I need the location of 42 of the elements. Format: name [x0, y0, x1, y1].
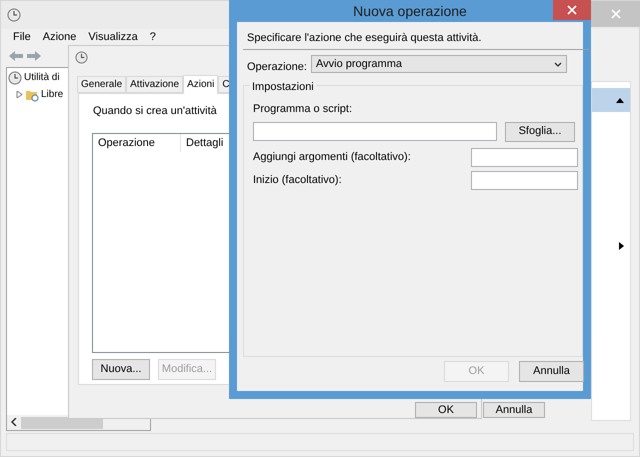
button[interactable]: Annulla: [519, 361, 584, 382]
tab[interactable]: Generale: [77, 76, 126, 93]
field-label: Inizio (facoltativo):: [253, 172, 342, 188]
tree-item[interactable]: Libre: [41, 87, 64, 102]
clock-icon: [7, 8, 21, 22]
operation-dropdown[interactable]: Avvio programma: [311, 55, 567, 73]
back-arrow-icon[interactable]: [9, 51, 23, 61]
browse-button[interactable]: Sfoglia...: [505, 122, 575, 142]
menu-item[interactable]: ?: [150, 28, 156, 46]
close-button[interactable]: [553, 0, 591, 20]
tab[interactable]: Attivazione: [126, 76, 184, 93]
close-icon: [611, 9, 621, 19]
input-field[interactable]: [253, 122, 497, 140]
button[interactable]: Annulla: [483, 402, 545, 418]
menu-item[interactable]: Azione: [42, 28, 76, 46]
forward-arrow-icon[interactable]: [27, 51, 41, 61]
intro-text: Quando si crea un'attività: [93, 104, 217, 119]
field-label: Aggiungi argomenti (facoltativo):: [253, 150, 411, 165]
button: Modifica...: [158, 359, 216, 380]
clock-icon: [75, 50, 88, 64]
input-field[interactable]: [471, 148, 578, 166]
column-header[interactable]: Operazione: [93, 134, 181, 152]
button[interactable]: Nuova...: [92, 359, 150, 380]
clock-icon: [8, 70, 22, 84]
group-title: Impostazioni: [250, 79, 316, 96]
instruction-text: Specificare l'azione che eseguirà questa attività.: [247, 31, 482, 46]
caret-icon: [554, 62, 562, 66]
submenu-arrow-icon[interactable]: [619, 242, 624, 250]
field-label: Programma o script:: [253, 102, 354, 117]
expand-arrow-icon[interactable]: [16, 91, 23, 98]
button[interactable]: OK: [415, 402, 477, 418]
menu-item[interactable]: Visualizza: [88, 28, 138, 46]
menu-item[interactable]: File: [13, 28, 31, 46]
collapse-arrow-icon[interactable]: [616, 98, 624, 102]
tab[interactable]: Azioni: [183, 75, 218, 94]
button: OK: [444, 361, 509, 382]
input-field[interactable]: [471, 170, 578, 190]
scroll-left-icon[interactable]: [11, 418, 17, 426]
tree-item[interactable]: Utilità di: [24, 70, 60, 85]
operation-label: Operazione:: [247, 60, 307, 75]
dialog-title: Nuova operazione: [353, 2, 467, 21]
close-icon: [567, 5, 577, 15]
